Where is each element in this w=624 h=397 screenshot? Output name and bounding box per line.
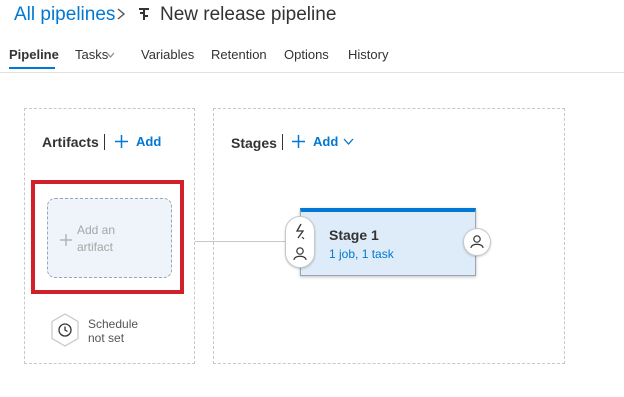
artifacts-title: Artifacts <box>42 134 99 150</box>
stages-title: Stages <box>231 135 277 151</box>
page-title: New release pipeline <box>160 4 337 25</box>
add-stage-button[interactable]: Add <box>313 134 338 149</box>
stage-card[interactable] <box>300 208 476 276</box>
stage-name[interactable]: Stage 1 <box>329 227 379 243</box>
tab-options[interactable]: Options <box>284 47 329 62</box>
add-artifact-placeholder: Add an artifact <box>77 222 147 256</box>
schedule-clock-icon[interactable] <box>50 313 80 347</box>
plus-icon <box>60 234 72 246</box>
chevron-down-icon[interactable] <box>343 138 354 145</box>
chevron-down-icon <box>106 52 115 58</box>
placeholder-line-1: Add an <box>77 223 116 237</box>
tab-variables[interactable]: Variables <box>141 47 194 62</box>
title-divider <box>282 134 283 150</box>
placeholder-line-2: artifact <box>77 240 114 254</box>
title-divider <box>104 134 105 150</box>
tab-pipeline[interactable]: Pipeline <box>9 47 59 62</box>
tab-history[interactable]: History <box>348 47 388 62</box>
schedule-line-2: not set <box>88 331 125 345</box>
add-stage-plus-icon[interactable] <box>292 135 305 148</box>
add-artifact-plus-icon[interactable] <box>115 135 128 148</box>
schedule-line-1: Schedule <box>88 317 139 331</box>
tabs-divider <box>0 72 624 73</box>
pre-deployment-conditions[interactable] <box>285 216 315 268</box>
chevron-right-icon <box>115 7 127 21</box>
release-pipeline-icon <box>138 7 150 21</box>
schedule-status[interactable]: Schedule not set <box>88 317 158 345</box>
tab-retention[interactable]: Retention <box>211 47 267 62</box>
tab-tasks[interactable]: Tasks <box>75 47 108 62</box>
add-artifact-button[interactable]: Add <box>136 134 161 149</box>
breadcrumb-all-pipelines-link[interactable]: All pipelines <box>14 4 115 26</box>
active-tab-indicator <box>9 67 55 69</box>
stage-summary-link[interactable]: 1 job, 1 task <box>329 247 394 261</box>
post-deployment-conditions[interactable] <box>463 228 491 256</box>
